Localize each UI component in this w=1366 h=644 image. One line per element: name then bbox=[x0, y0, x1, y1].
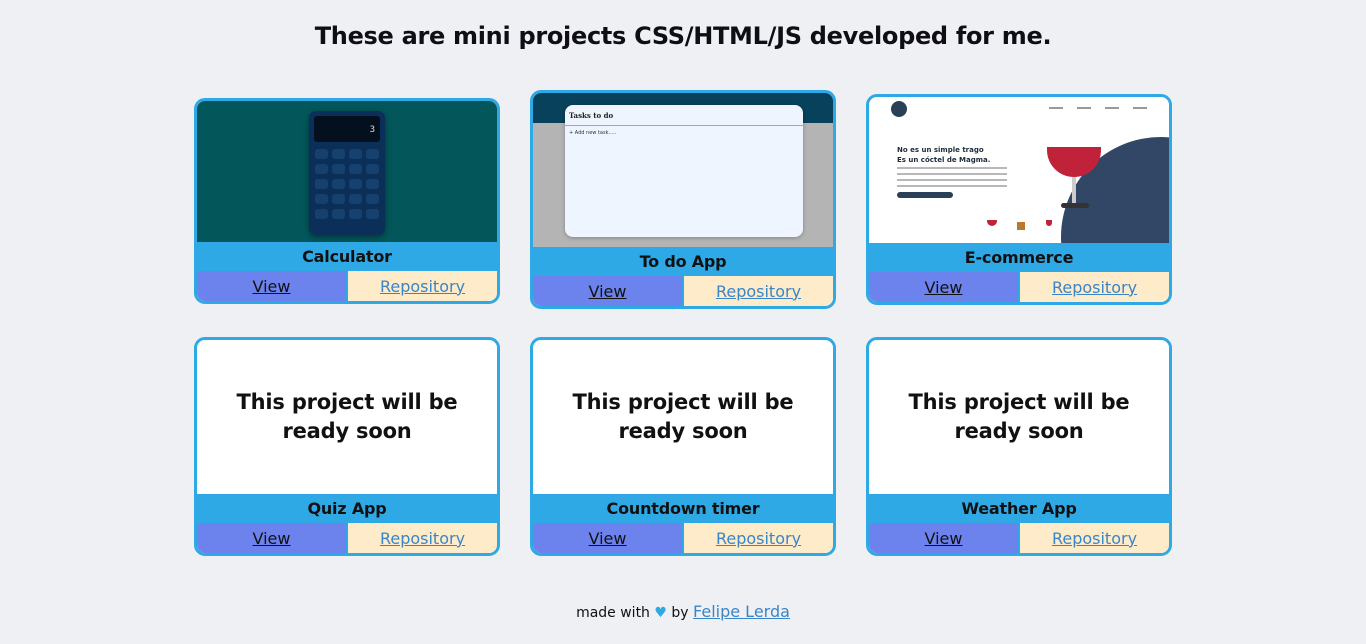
view-button[interactable]: View bbox=[533, 523, 682, 553]
small-glass-icon bbox=[1046, 220, 1052, 226]
project-actions: View Repository bbox=[869, 272, 1169, 302]
coming-soon-image: This project will be ready soon bbox=[197, 340, 497, 494]
calc-key bbox=[332, 179, 345, 189]
view-button[interactable]: View bbox=[869, 272, 1018, 302]
repository-link[interactable]: Repository bbox=[1018, 523, 1169, 553]
headline-line-1: No es un simple trago bbox=[897, 146, 984, 154]
nav-line bbox=[1049, 107, 1063, 109]
calc-key bbox=[332, 209, 345, 219]
view-button[interactable]: View bbox=[869, 523, 1018, 553]
ecommerce-logo bbox=[891, 101, 907, 117]
project-card-calculator: 3 Calculator View Repository bbox=[194, 98, 500, 304]
project-name: Weather App bbox=[869, 494, 1169, 523]
calculator-screen: 3 bbox=[314, 116, 380, 142]
project-actions: View Repository bbox=[197, 271, 497, 301]
project-actions: View Repository bbox=[869, 523, 1169, 553]
calc-key bbox=[349, 209, 362, 219]
page-title: These are mini projects CSS/HTML/JS deve… bbox=[314, 22, 1052, 50]
calc-key bbox=[349, 179, 362, 189]
calc-key bbox=[349, 194, 362, 204]
calc-key bbox=[366, 149, 379, 159]
ecommerce-cta bbox=[897, 192, 953, 198]
calc-key bbox=[332, 164, 345, 174]
project-name: Calculator bbox=[197, 242, 497, 271]
small-glass-icon bbox=[987, 220, 997, 226]
project-card-todo: Tasks to do + Add new task..... To do Ap… bbox=[530, 90, 836, 309]
coming-soon-image: This project will be ready soon bbox=[533, 340, 833, 494]
ecommerce-text-lines bbox=[897, 167, 1007, 191]
ecommerce-headline: No es un simple trago Es un cóctel de Ma… bbox=[897, 145, 990, 165]
project-card-countdown: This project will be ready soon Countdow… bbox=[530, 337, 836, 556]
todo-preview-panel: Tasks to do + Add new task..... bbox=[565, 105, 803, 237]
view-button[interactable]: View bbox=[197, 523, 346, 553]
ecommerce-nav bbox=[1049, 107, 1147, 109]
calc-key bbox=[349, 164, 362, 174]
calc-key bbox=[315, 194, 328, 204]
author-link[interactable]: Felipe Lerda bbox=[693, 602, 790, 621]
ecommerce-preview-image: No es un simple trago Es un cóctel de Ma… bbox=[869, 97, 1169, 243]
project-name: Quiz App bbox=[197, 494, 497, 523]
view-button[interactable]: View bbox=[533, 276, 682, 306]
project-actions: View Repository bbox=[533, 523, 833, 553]
todo-preview-image: Tasks to do + Add new task..... bbox=[533, 93, 833, 247]
repository-link[interactable]: Repository bbox=[346, 523, 497, 553]
project-name: Countdown timer bbox=[533, 494, 833, 523]
project-actions: View Repository bbox=[533, 276, 833, 306]
footer-by: by bbox=[671, 605, 689, 621]
text-line bbox=[897, 167, 1007, 169]
nav-line bbox=[1077, 107, 1091, 109]
nav-line bbox=[1133, 107, 1147, 109]
repository-link[interactable]: Repository bbox=[682, 523, 833, 553]
calc-key bbox=[349, 149, 362, 159]
footer: made with ♥ by Felipe Lerda bbox=[0, 602, 1366, 621]
calc-key bbox=[366, 194, 379, 204]
project-card-quiz: This project will be ready soon Quiz App… bbox=[194, 337, 500, 556]
project-name: To do App bbox=[533, 247, 833, 276]
text-line bbox=[897, 173, 1007, 175]
project-actions: View Repository bbox=[197, 523, 497, 553]
project-card-weather: This project will be ready soon Weather … bbox=[866, 337, 1172, 556]
calculator-device: 3 bbox=[309, 111, 385, 235]
calculator-keypad bbox=[315, 149, 379, 219]
small-glass-icon bbox=[1017, 222, 1025, 230]
calc-key bbox=[315, 164, 328, 174]
footer-prefix: made with bbox=[576, 605, 650, 621]
calc-key bbox=[332, 149, 345, 159]
cocktail-stem bbox=[1072, 177, 1076, 203]
calculator-preview-image: 3 bbox=[197, 101, 497, 242]
project-card-ecommerce: No es un simple trago Es un cóctel de Ma… bbox=[866, 94, 1172, 305]
todo-add-task: + Add new task..... bbox=[569, 130, 617, 136]
repository-link[interactable]: Repository bbox=[1018, 272, 1169, 302]
calc-key bbox=[315, 179, 328, 189]
view-button[interactable]: View bbox=[197, 271, 346, 301]
cocktail-base bbox=[1061, 203, 1089, 208]
calc-key bbox=[366, 209, 379, 219]
calc-key bbox=[315, 149, 328, 159]
text-line bbox=[897, 179, 1007, 181]
text-line bbox=[897, 185, 1007, 187]
calc-key bbox=[366, 179, 379, 189]
nav-line bbox=[1105, 107, 1119, 109]
heart-icon: ♥ bbox=[654, 605, 667, 621]
calc-key bbox=[315, 209, 328, 219]
todo-panel-title: Tasks to do bbox=[569, 111, 614, 120]
calc-key bbox=[366, 164, 379, 174]
repository-link[interactable]: Repository bbox=[346, 271, 497, 301]
headline-line-2: Es un cóctel de Magma. bbox=[897, 156, 991, 164]
repository-link[interactable]: Repository bbox=[682, 276, 833, 306]
calc-key bbox=[332, 194, 345, 204]
calculator-screen-value: 3 bbox=[369, 125, 375, 135]
coming-soon-image: This project will be ready soon bbox=[869, 340, 1169, 494]
project-name: E-commerce bbox=[869, 243, 1169, 272]
